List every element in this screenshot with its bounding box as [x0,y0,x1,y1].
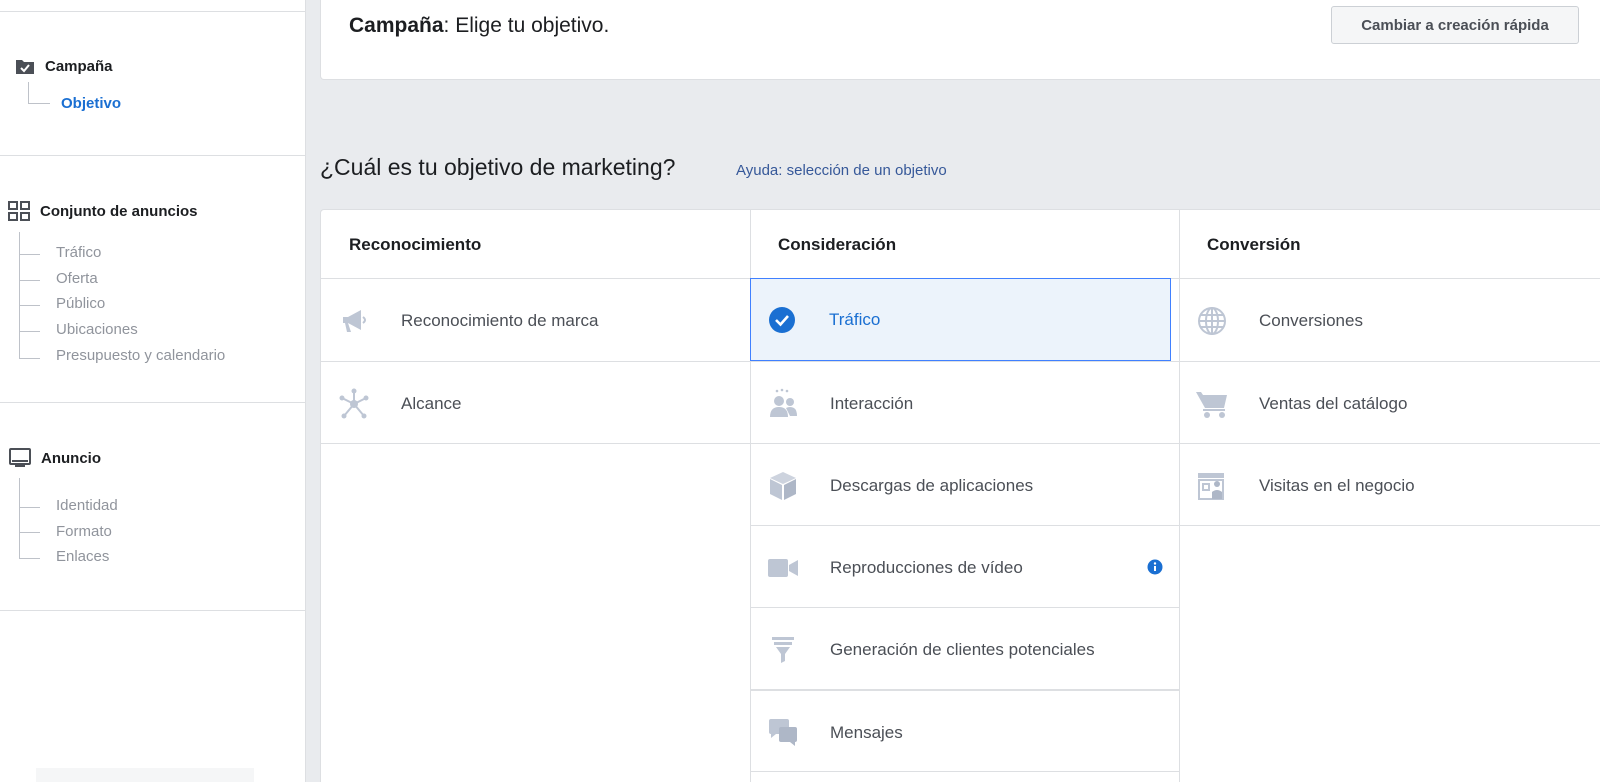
marketing-objective-question: ¿Cuál es tu objetivo de marketing? [320,154,676,180]
sidebar-item-links[interactable]: Enlaces [56,548,109,565]
page-title: Campaña: Elige tu objetivo. [349,14,609,38]
objective-conversions[interactable]: Conversiones [1179,279,1600,362]
megaphone-icon [337,307,371,335]
sidebar-item-adset[interactable]: Conjunto de anuncios [8,201,198,221]
sidebar-item-audience[interactable]: Público [56,295,105,312]
column-title-conversion: Conversión [1207,235,1301,254]
box-icon [766,470,800,502]
page-title-rest: : Elige tu objetivo. [443,14,610,37]
objective-label: Descargas de aplicaciones [830,475,1034,495]
monitor-icon [9,448,31,467]
objective-engagement[interactable]: Interacción [750,362,1179,445]
store-icon [1195,471,1229,501]
tree-tick [20,358,40,359]
objective-messages[interactable]: Mensajes [750,691,1179,774]
tree-tick [20,254,40,255]
sidebar-footer [36,768,254,782]
sidebar: Campaña Objetivo Conjunto de anuncios Tr… [0,0,306,782]
objective-label: Reproducciones de vídeo [830,557,1023,577]
folder-check-icon [16,60,34,74]
tree-line [19,232,20,359]
objective-label: Tráfico [829,309,881,329]
objective-traffic[interactable]: Tráfico [750,278,1171,361]
objective-app-installs[interactable]: Descargas de aplicaciones [750,444,1179,527]
grid-icon [8,201,30,221]
objective-catalog-sales[interactable]: Ventas del catálogo [1179,362,1600,445]
objective-grid: Reconocimiento Consideración Conversión … [320,209,1600,782]
info-icon[interactable] [1147,559,1163,580]
globe-icon [1195,306,1229,336]
objective-label: Generación de clientes potenciales [830,639,1095,659]
network-icon [337,388,371,420]
check-circle-icon [765,306,799,334]
objective-video-views[interactable]: Reproducciones de vídeo [750,526,1179,609]
tree-tick [20,331,40,332]
sidebar-item-ad[interactable]: Anuncio [9,448,101,468]
tree-line [28,82,50,104]
sidebar-item-budget-schedule[interactable]: Presupuesto y calendario [56,347,225,364]
objective-label: Alcance [401,393,462,413]
sidebar-item-traffic[interactable]: Tráfico [56,244,101,261]
objective-label: Visitas en el negocio [1259,475,1415,495]
sidebar-campaign-label: Campaña [45,57,113,75]
objective-brand-awareness[interactable]: Reconocimiento de marca [321,279,750,362]
sidebar-item-format[interactable]: Formato [56,523,112,540]
objective-label: Conversiones [1259,310,1363,330]
sidebar-divider [0,11,305,12]
sidebar-item-placements[interactable]: Ubicaciones [56,321,138,338]
sidebar-item-offer[interactable]: Oferta [56,270,98,287]
objective-reach[interactable]: Alcance [321,362,750,445]
objective-label: Reconocimiento de marca [401,310,599,330]
sidebar-ad-label: Anuncio [41,449,101,467]
tree-tick [20,305,40,306]
quick-creation-button[interactable]: Cambiar a creación rápida [1331,6,1579,44]
sidebar-item-objective[interactable]: Objetivo [61,95,121,112]
funnel-icon [766,635,800,665]
objective-store-visits[interactable]: Visitas en el negocio [1179,444,1600,527]
objective-label: Ventas del catálogo [1259,393,1408,413]
column-title-consideration: Consideración [778,235,897,254]
tree-tick [20,280,40,281]
video-camera-icon [766,557,800,579]
people-icon [766,388,800,420]
tree-tick [20,558,40,559]
sidebar-item-campaign[interactable]: Campaña [15,57,113,75]
objective-help-link[interactable]: Ayuda: selección de un objetivo [736,162,947,179]
page-title-bold: Campaña [349,14,444,37]
sidebar-divider [0,155,305,156]
campaign-header-card: Campaña: Elige tu objetivo. Cambiar a cr… [320,0,1600,80]
objective-label: Mensajes [830,722,903,742]
chat-bubbles-icon [766,717,800,749]
tree-line [19,478,20,559]
tree-tick [20,532,40,533]
tree-tick [20,507,40,508]
column-title-awareness: Reconocimiento [349,235,482,254]
sidebar-divider [0,610,305,611]
objective-lead-generation[interactable]: Generación de clientes potenciales [750,608,1179,691]
sidebar-divider [0,402,305,403]
sidebar-adset-label: Conjunto de anuncios [40,202,198,220]
objective-label: Interacción [830,393,914,413]
sidebar-item-identity[interactable]: Identidad [56,497,118,514]
cart-icon [1195,389,1229,419]
